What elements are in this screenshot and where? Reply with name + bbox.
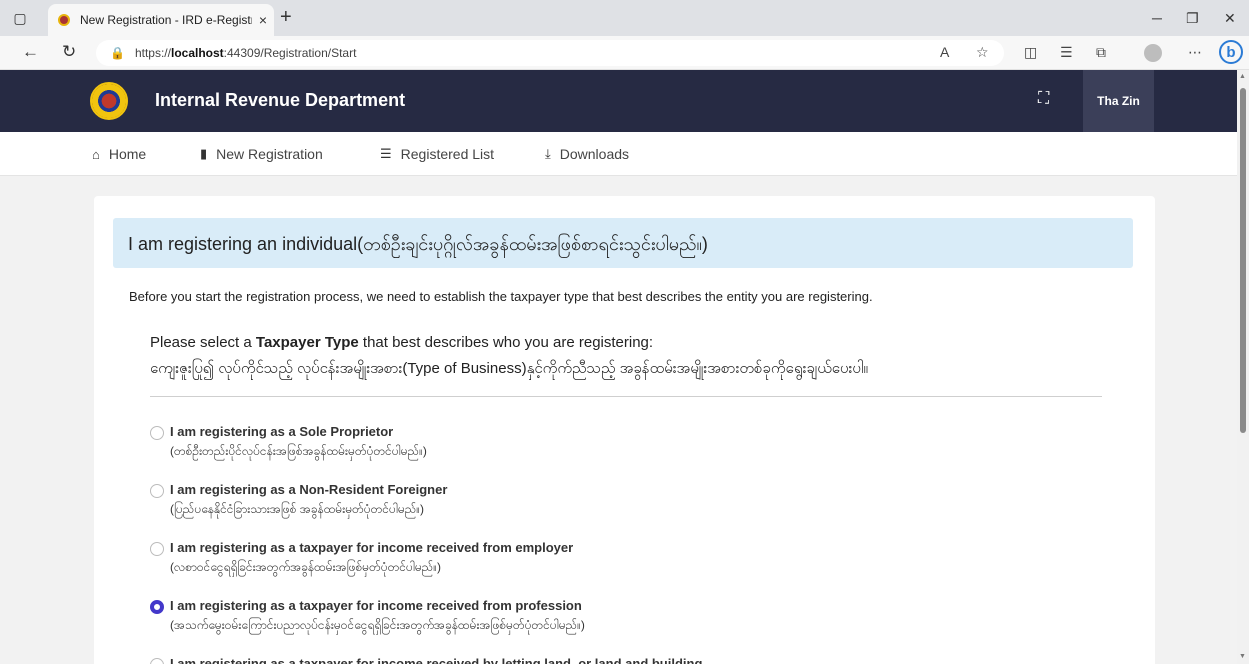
option-subtitle: (လစာဝင်ငွေရရှိခြင်းအတွက်အခွန်ထမ်းအဖြစ်မှ…: [170, 560, 442, 574]
option-subtitle: (အသက်မွေးဝမ်းကြောင်းပညာလုပ်ငန်းမှဝင်ငွေရ…: [170, 618, 585, 632]
option-profession-income[interactable]: I am registering as a taxpayer for incom…: [150, 598, 1050, 638]
refresh-icon[interactable]: ↻: [62, 42, 76, 62]
minimize-icon[interactable]: ─: [1152, 10, 1162, 26]
menu-new-registration[interactable]: ▮ New Registration: [200, 146, 323, 162]
split-screen-icon[interactable]: ◫: [1024, 44, 1037, 61]
radio-profession-income[interactable]: [150, 600, 164, 614]
back-icon[interactable]: ←: [22, 42, 39, 62]
radio-sole-proprietor[interactable]: [150, 426, 164, 440]
menu-downloads[interactable]: ⤓ Downloads: [545, 146, 629, 162]
page-viewport: Internal Revenue Department ⛶ Tha Zin ⌂ …: [0, 70, 1237, 664]
prompt-bold: Taxpayer Type: [255, 334, 359, 351]
lock-icon: 🔒: [110, 46, 125, 60]
option-letting-land-income[interactable]: I am registering as a taxpayer for incom…: [150, 656, 1050, 664]
prompt-post: that best describes who you are register…: [358, 334, 654, 351]
menu-home-label: Home: [108, 146, 147, 162]
radio-non-resident-foreigner[interactable]: [150, 484, 164, 498]
document-icon: ▮: [200, 146, 208, 161]
read-aloud-icon[interactable]: A͏: [940, 44, 949, 60]
brand-title[interactable]: Internal Revenue Department: [155, 90, 405, 111]
profile-avatar-icon[interactable]: [1144, 44, 1162, 62]
option-title[interactable]: I am registering as a taxpayer for incom…: [170, 540, 573, 555]
menu-new-registration-label: New Registration: [216, 146, 323, 162]
menu-downloads-label: Downloads: [559, 146, 630, 162]
option-subtitle: (တစ်ဦးတည်းပိုင်လုပ်ငန်းအဖြစ်အခွန်ထမ်းမှတ…: [170, 444, 427, 458]
divider: [150, 396, 1102, 397]
registration-type-alert: I am registering an individual(တစ်ဦးချင်…: [113, 218, 1133, 268]
site-favicon-icon: [58, 14, 70, 26]
ird-logo: [90, 82, 128, 120]
page-scrollbar[interactable]: ▲ ▼: [1237, 70, 1249, 664]
menu-registered-list-label: Registered List: [400, 146, 495, 162]
url-input[interactable]: 🔒 https://localhost:44309/Registration/S…: [96, 40, 1004, 66]
option-subtitle: (ပြည်ပနေနိုင်ငံခြားသားအဖြစ် အခွန်ထမ်းမှတ…: [170, 502, 425, 516]
url-prefix: https://: [134, 46, 171, 60]
top-navbar: Internal Revenue Department ⛶ Tha Zin: [0, 70, 1237, 132]
scroll-down-icon[interactable]: ▼: [1239, 653, 1246, 660]
address-bar: ← ↻ 🔒 https://localhost:44309/Registrati…: [0, 36, 1249, 70]
more-options-icon[interactable]: ⋯: [1188, 44, 1202, 61]
scroll-up-icon[interactable]: ▲: [1239, 73, 1246, 80]
new-tab-icon[interactable]: +: [280, 6, 292, 29]
option-employer-income[interactable]: I am registering as a taxpayer for incom…: [150, 540, 1050, 580]
option-sole-proprietor[interactable]: I am registering as a Sole Proprietor (တ…: [150, 424, 1050, 464]
list-icon: ☰: [380, 146, 392, 161]
intro-text: Before you start the registration proces…: [129, 289, 873, 304]
window-close-icon[interactable]: ✕: [1224, 10, 1236, 27]
bing-copilot-icon[interactable]: b: [1219, 40, 1243, 64]
tab-close-icon[interactable]: ×: [252, 12, 274, 28]
option-title[interactable]: I am registering as a taxpayer for incom…: [170, 598, 582, 613]
browser-tab-strip: ▢ New Registration - IRD e-Registr × + ─…: [0, 0, 1249, 36]
option-non-resident-foreigner[interactable]: I am registering as a Non-Resident Forei…: [150, 482, 1050, 522]
taxpayer-type-prompt: Please select a Taxpayer Type that best …: [150, 334, 653, 351]
radio-employer-income[interactable]: [150, 542, 164, 556]
tab-title: New Registration - IRD e-Registr: [80, 13, 252, 27]
home-icon: ⌂: [92, 146, 100, 162]
menu-registered-list[interactable]: ☰ Registered List: [380, 146, 494, 162]
scroll-thumb[interactable]: [1240, 88, 1246, 433]
url-path: :44309/Registration/Start: [223, 46, 357, 60]
registration-card: I am registering an individual(တစ်ဦးချင်…: [94, 196, 1155, 664]
prompt-pre: Please select a: [150, 334, 256, 351]
main-menu: ⌂ Home ▮ New Registration ☰ Registered L…: [0, 132, 1237, 176]
radio-letting-land-income[interactable]: [150, 658, 164, 664]
fullscreen-icon[interactable]: ⛶: [1038, 90, 1049, 108]
option-title[interactable]: I am registering as a Sole Proprietor: [170, 424, 393, 439]
taxpayer-type-prompt-myanmar: ကျေးဇူးပြု၍ လုပ်ကိုင်သည့် လုပ်ငန်းအမျိုး…: [150, 360, 868, 377]
url-host: localhost: [170, 46, 224, 60]
user-menu[interactable]: Tha Zin: [1083, 70, 1154, 132]
restore-icon[interactable]: ❐: [1186, 10, 1199, 27]
tab-actions-icon[interactable]: ▢: [10, 8, 30, 28]
favorites-icon[interactable]: ☰: [1060, 44, 1073, 61]
menu-home[interactable]: ⌂ Home: [92, 146, 146, 162]
browser-tab[interactable]: New Registration - IRD e-Registr ×: [48, 4, 274, 36]
download-icon: ⤓: [545, 146, 551, 161]
option-title[interactable]: I am registering as a Non-Resident Forei…: [170, 482, 447, 497]
favorite-star-icon[interactable]: ☆: [976, 44, 989, 61]
option-title[interactable]: I am registering as a taxpayer for incom…: [170, 656, 702, 664]
collections-icon[interactable]: ⧉: [1096, 44, 1106, 61]
